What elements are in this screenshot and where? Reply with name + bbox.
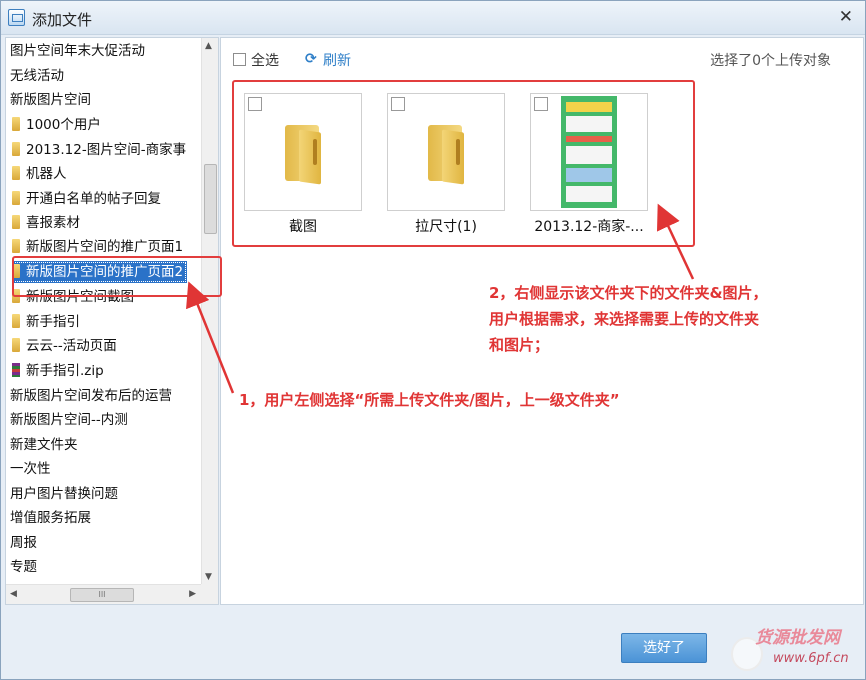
folder-icon bbox=[12, 191, 20, 205]
folder-icon bbox=[12, 166, 20, 180]
folder-icon bbox=[12, 142, 20, 156]
refresh-icon[interactable]: ⟳ bbox=[305, 51, 317, 67]
tree-item[interactable]: 云云--活动页面 bbox=[12, 335, 117, 357]
scroll-left-icon[interactable]: ◀ bbox=[10, 589, 17, 599]
tree-item[interactable]: 专题 bbox=[10, 556, 37, 578]
files-highlight-box bbox=[232, 80, 695, 247]
watermark-text: 货源批发网 bbox=[755, 628, 840, 648]
folder-icon bbox=[12, 338, 20, 352]
annotation-step-2-line: 和图片； bbox=[489, 336, 550, 354]
tree-item[interactable]: 周报 bbox=[10, 532, 37, 554]
tree-item[interactable]: 图片空间年末大促活动 bbox=[10, 40, 145, 62]
scroll-corner bbox=[201, 584, 218, 604]
tree-item-label: 增值服务拓展 bbox=[10, 510, 91, 526]
tree-item[interactable]: 1000个用户 bbox=[12, 114, 101, 136]
tree-item[interactable]: 新手指引.zip bbox=[12, 360, 104, 382]
tree-item-label: 2013.12-图片空间-商家事 bbox=[26, 142, 187, 158]
folder-icon bbox=[12, 239, 20, 253]
tree-item-label: 新建文件夹 bbox=[10, 437, 78, 453]
tree-vertical-scrollbar[interactable]: ▲ ▼ bbox=[201, 38, 218, 585]
add-file-dialog: 添加文件 ✕ 图片空间年末大促活动 无线活动新版图片空间 1000个用户 2013.1… bbox=[0, 0, 866, 680]
tree-item[interactable]: 无线活动 bbox=[10, 65, 64, 87]
refresh-button[interactable]: 刷新 bbox=[323, 50, 351, 70]
horizontal-scroll-thumb[interactable]: III bbox=[70, 588, 134, 602]
folder-icon bbox=[12, 215, 20, 229]
selected-folder-highlight-box bbox=[12, 256, 222, 297]
tree-item-label: 新版图片空间--内测 bbox=[10, 412, 128, 428]
window-icon bbox=[8, 9, 25, 26]
close-icon[interactable]: ✕ bbox=[839, 7, 853, 27]
folder-tree-panel: 图片空间年末大促活动 无线活动新版图片空间 1000个用户 2013.12-图片空间-… bbox=[5, 37, 219, 605]
tree-item-label: 新版图片空间发布后的运营 bbox=[10, 388, 172, 404]
tree-item-label: 喜报素材 bbox=[26, 215, 80, 231]
scroll-down-icon[interactable]: ▼ bbox=[205, 572, 212, 582]
dialog-title: 添加文件 bbox=[32, 11, 93, 29]
annotation-step-2-line: 用户根据需求，来选择需要上传的文件夹 bbox=[489, 310, 760, 328]
folder-icon bbox=[12, 314, 20, 328]
tree-item-label: 云云--活动页面 bbox=[26, 338, 117, 354]
folder-tree: 图片空间年末大促活动 无线活动新版图片空间 1000个用户 2013.12-图片空间-… bbox=[6, 38, 202, 585]
tree-horizontal-scrollbar[interactable]: ◀ III ▶ bbox=[6, 584, 202, 604]
annotation-step-2-line: 2，右侧显示该文件夹下的文件夹&图片， bbox=[489, 284, 768, 302]
tree-item-label: 新手指引.zip bbox=[26, 363, 104, 379]
select-all-checkbox[interactable] bbox=[233, 53, 246, 66]
title-bar: 添加文件 ✕ bbox=[1, 1, 865, 35]
tree-item[interactable]: 喜报素材 bbox=[12, 212, 80, 234]
tree-item[interactable]: 新建文件夹 bbox=[10, 434, 78, 456]
annotation-step-1: 1，用户左侧选择“所需上传文件夹/图片，上一级文件夹” bbox=[239, 391, 620, 409]
tree-item-label: 专题 bbox=[10, 559, 37, 575]
tree-item-label: 图片空间年末大促活动 bbox=[10, 43, 145, 59]
tree-item-label: 无线活动 bbox=[10, 68, 64, 84]
scroll-up-icon[interactable]: ▲ bbox=[205, 41, 212, 51]
watermark-url: www.6pf.cn bbox=[773, 651, 849, 666]
vertical-scroll-thumb[interactable] bbox=[204, 164, 217, 234]
tree-item-label: 新版图片空间的推广页面1 bbox=[26, 239, 184, 255]
tree-item[interactable]: 增值服务拓展 bbox=[10, 507, 91, 529]
folder-icon bbox=[12, 117, 20, 131]
tree-item-label: 机器人 bbox=[26, 166, 67, 182]
tree-item[interactable]: 2013.12-图片空间-商家事 bbox=[12, 139, 186, 161]
tree-item[interactable]: 用户图片替换问题 bbox=[10, 483, 118, 505]
tree-item[interactable]: 新版图片空间 bbox=[10, 89, 91, 111]
tree-item-label: 1000个用户 bbox=[26, 117, 101, 133]
tree-item-label: 新手指引 bbox=[26, 314, 80, 330]
tree-item[interactable]: 新版图片空间--内测 bbox=[10, 409, 128, 431]
tree-item[interactable]: 机器人 bbox=[12, 163, 67, 185]
tree-item[interactable]: 新版图片空间发布后的运营 bbox=[10, 385, 172, 407]
tree-item-label: 开通白名单的帖子回复 bbox=[26, 191, 161, 207]
tree-item[interactable]: 开通白名单的帖子回复 bbox=[12, 188, 161, 210]
tree-item-label: 周报 bbox=[10, 535, 37, 551]
select-all-label[interactable]: 全选 bbox=[251, 50, 279, 70]
tree-item-label: 一次性 bbox=[10, 461, 51, 477]
tree-item-label: 用户图片替换问题 bbox=[10, 486, 118, 502]
confirm-button[interactable]: 选好了 bbox=[621, 633, 707, 663]
tree-item-label: 新版图片空间 bbox=[10, 92, 91, 108]
annotation-step-2: 2，右侧显示该文件夹下的文件夹&图片， 用户根据需求，来选择需要上传的文件夹 和… bbox=[489, 280, 839, 358]
tree-item[interactable]: 一次性 bbox=[10, 458, 51, 480]
tree-item[interactable]: 新手指引 bbox=[12, 311, 80, 333]
tree-item[interactable]: 新版图片空间的推广页面1 bbox=[12, 236, 183, 258]
watermark: 货源批发网 www.6pf.cn bbox=[729, 619, 865, 679]
selected-count: 选择了0个上传对象 bbox=[710, 53, 831, 69]
scroll-right-icon[interactable]: ▶ bbox=[189, 589, 196, 599]
zip-icon bbox=[12, 363, 20, 377]
